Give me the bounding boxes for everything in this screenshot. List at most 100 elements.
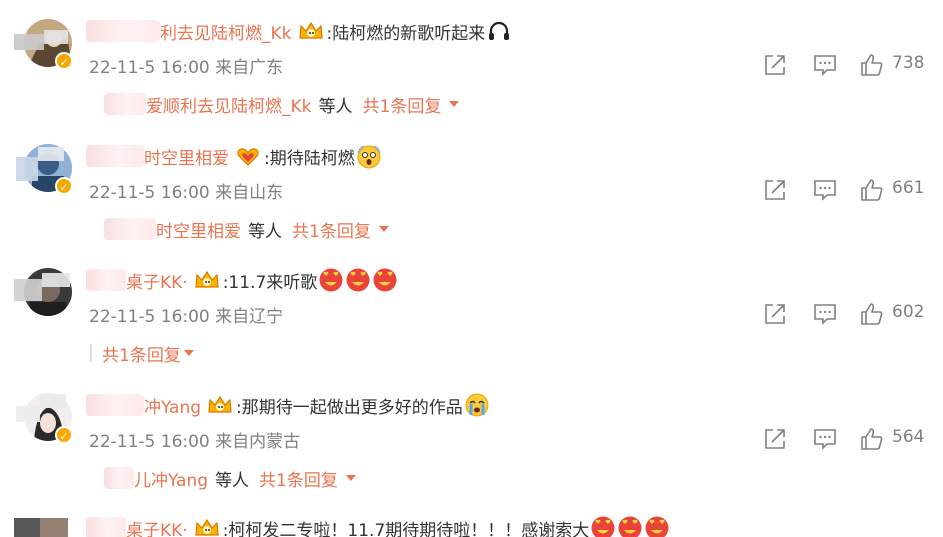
expand-replies-link[interactable]: 共1条回复 <box>363 92 460 117</box>
chevron-down-icon <box>183 350 194 356</box>
like-icon[interactable] <box>859 52 885 78</box>
comment-text: :那期待一起做出更多好的作品 <box>236 397 463 418</box>
like-icon[interactable] <box>859 426 885 452</box>
comment-line: 桌子KK· :柯柯发二专啦！11.7期待期待啦！！！感谢索大 <box>86 515 670 537</box>
comment-text: :柯柯发二专啦！11.7期待期待啦！！！感谢索大 <box>222 520 590 537</box>
username-blur <box>86 269 126 291</box>
username[interactable]: 时空里相爱 <box>144 144 229 169</box>
comment-line: 利去见陆柯燃_Kk :陆柯燃的新歌听起来 <box>86 18 512 44</box>
share-icon[interactable] <box>762 301 788 327</box>
comment-text: :陆柯燃的新歌听起来 <box>326 23 486 44</box>
comment-location: 来自山东 <box>215 183 284 203</box>
reply-summary: 时空里相爱 等人 共1条回复 <box>104 217 389 242</box>
comment-date: 22-11-5 16:00 <box>89 432 210 452</box>
share-icon[interactable] <box>762 52 788 78</box>
like-icon[interactable] <box>859 301 885 327</box>
shocked-face-icon <box>357 145 381 169</box>
username-blur <box>86 517 126 537</box>
heart-eyes-emoji-icon <box>618 516 642 537</box>
comment-location: 来自辽宁 <box>215 307 284 327</box>
like-count: 564 <box>892 427 925 447</box>
expand-replies-label: 共1条回复 <box>362 96 442 117</box>
reply-summary: 爱顺利去见陆柯燃_Kk 等人 共1条回复 <box>104 92 460 117</box>
verified-badge-icon: ✓ <box>55 52 73 70</box>
username-blur <box>86 20 160 42</box>
comment-meta: 22-11-5 16:00 来自山东 <box>89 178 283 203</box>
like-count: 661 <box>892 178 925 198</box>
comment-line: 冲Yang :那期待一起做出更多好的作品 <box>86 392 490 418</box>
comment-item: 桌子KK· :柯柯发二专啦！11.7期待期待啦！！！感谢索大 <box>0 500 943 537</box>
like-count: 602 <box>892 302 925 322</box>
like-icon[interactable] <box>859 177 885 203</box>
crown-badge-icon <box>298 20 324 42</box>
verified-badge-icon: ✓ <box>55 426 73 444</box>
privacy-mosaic <box>38 147 64 161</box>
share-icon[interactable] <box>762 426 788 452</box>
username-blur <box>104 218 156 240</box>
comment-location: 来自广东 <box>215 58 284 78</box>
chevron-down-icon <box>345 475 356 481</box>
heart-eyes-emoji-icon <box>373 268 397 292</box>
reply-username[interactable]: 儿冲Yang <box>134 466 208 491</box>
chevron-down-icon <box>378 226 389 232</box>
like-count: 738 <box>892 53 925 73</box>
crown-badge-icon <box>194 517 220 537</box>
crying-face-icon <box>465 393 489 417</box>
comment-icon[interactable] <box>812 52 838 78</box>
privacy-mosaic <box>14 34 44 50</box>
username-blur <box>86 394 144 416</box>
reply-summary: 共1条回复 <box>90 341 194 366</box>
comment-meta: 22-11-5 16:00 来自内蒙古 <box>89 427 300 452</box>
privacy-mosaic <box>14 518 40 537</box>
expand-replies-label: 共1条回复 <box>292 221 371 242</box>
heart-eyes-emoji-icon <box>346 268 370 292</box>
comment-date: 22-11-5 16:00 <box>89 307 210 327</box>
expand-replies-label: 共1条回复 <box>102 345 181 366</box>
comment-item: ✓ 利去见陆柯燃_Kk :陆柯燃的新歌听起来 22-11-5 16:00 来自广… <box>0 0 943 125</box>
expand-replies-link[interactable]: 共1条回复 <box>292 217 389 242</box>
comment-date: 22-11-5 16:00 <box>89 58 210 78</box>
privacy-mosaic <box>40 518 68 537</box>
comment-date: 22-11-5 16:00 <box>89 183 210 203</box>
comment-line: 桌子KK· :11.7来听歌 <box>86 267 398 293</box>
comment-icon[interactable] <box>812 301 838 327</box>
privacy-mosaic <box>14 279 42 301</box>
reply-username[interactable]: 时空里相爱 <box>156 217 241 242</box>
chevron-down-icon <box>449 101 460 107</box>
privacy-mosaic <box>44 30 68 44</box>
username-blur <box>86 145 144 167</box>
comment-text: :期待陆柯燃 <box>264 148 355 169</box>
reply-etc: 等人 <box>248 221 282 242</box>
comment-item: ✓ 时空里相爱 :期待陆柯燃 22-11-5 16:00 来自山东 661 时空… <box>0 125 943 250</box>
username[interactable]: 桌子KK· <box>126 268 188 293</box>
comment-meta: 22-11-5 16:00 来自辽宁 <box>89 302 283 327</box>
crown-badge-icon <box>194 269 220 291</box>
action-bar: 661 <box>762 177 943 203</box>
comment-item: 桌子KK· :11.7来听歌 22-11-5 16:00 来自辽宁 602 共1… <box>0 249 943 374</box>
reply-summary: 儿冲Yang 等人 共1条回复 <box>104 466 356 491</box>
reply-etc: 等人 <box>318 96 353 117</box>
username[interactable]: 冲Yang <box>144 393 201 418</box>
heart-badge-icon <box>235 145 261 167</box>
action-bar: 564 <box>762 426 943 452</box>
comment-icon[interactable] <box>812 177 838 203</box>
comment-icon[interactable] <box>812 426 838 452</box>
username[interactable]: 利去见陆柯燃_Kk <box>160 19 292 44</box>
comment-line: 时空里相爱 :期待陆柯燃 <box>86 143 382 169</box>
privacy-mosaic <box>16 157 38 181</box>
comment-item: ✓ 冲Yang :那期待一起做出更多好的作品 22-11-5 16:00 来自内… <box>0 374 943 499</box>
heart-eyes-emoji-icon <box>645 516 669 537</box>
expand-replies-label: 共1条回复 <box>259 470 338 491</box>
username-blur <box>104 93 146 115</box>
expand-replies-link[interactable]: 共1条回复 <box>102 341 194 366</box>
expand-replies-link[interactable]: 共1条回复 <box>259 466 356 491</box>
reply-username[interactable]: 爱顺利去见陆柯燃_Kk <box>146 92 312 117</box>
crown-badge-icon <box>207 394 233 416</box>
privacy-mosaic <box>42 273 70 287</box>
username-blur <box>104 467 134 489</box>
username[interactable]: 桌子KK· <box>126 516 188 537</box>
share-icon[interactable] <box>762 177 788 203</box>
comment-text: :11.7来听歌 <box>222 272 318 293</box>
headphones-icon <box>489 21 510 40</box>
divider <box>90 344 92 362</box>
